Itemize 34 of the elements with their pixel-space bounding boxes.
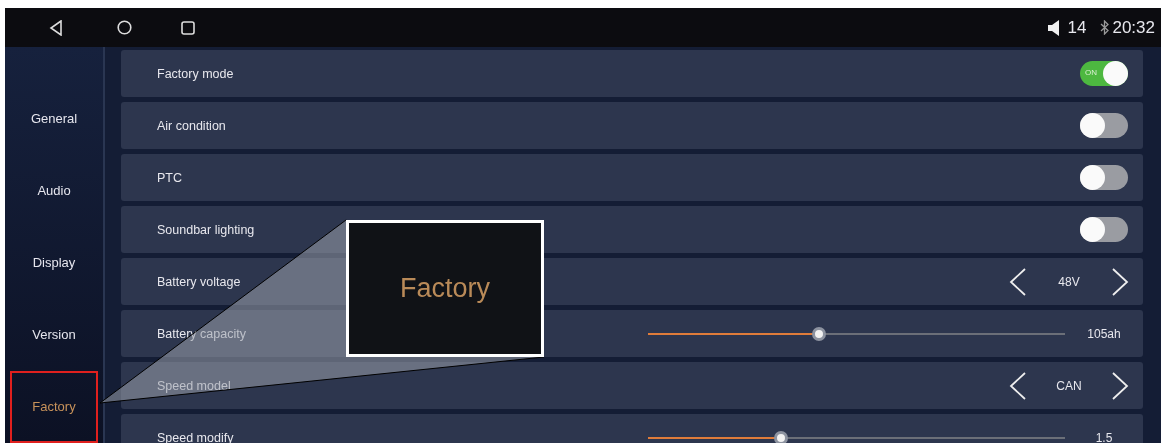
speaker-icon bbox=[1047, 19, 1060, 36]
setting-label: Factory mode bbox=[157, 66, 235, 81]
setting-label: Soundbar lighting bbox=[157, 222, 256, 237]
sidebar-item[interactable]: Factory bbox=[10, 370, 98, 443]
setting-label: Battery voltage bbox=[157, 274, 242, 289]
home-nav-icon[interactable] bbox=[117, 20, 132, 35]
setting-label: Battery capacity bbox=[157, 326, 247, 341]
slider-thumb[interactable] bbox=[811, 326, 826, 341]
setting-label: Speed model bbox=[157, 378, 232, 393]
sidebar-item[interactable]: Audio bbox=[5, 154, 103, 227]
toggle-switch[interactable] bbox=[1080, 165, 1128, 190]
next-button[interactable] bbox=[1110, 266, 1130, 297]
sidebar-item[interactable]: General bbox=[5, 82, 103, 155]
recents-nav-icon[interactable] bbox=[181, 20, 195, 35]
volume-level: 14 bbox=[1067, 17, 1087, 38]
callout-text: Factory bbox=[400, 273, 490, 304]
sidebar-item[interactable]: Display bbox=[5, 226, 103, 299]
back-nav-icon[interactable] bbox=[49, 19, 63, 36]
setting-reading: 105ah bbox=[1086, 326, 1122, 341]
previous-button[interactable] bbox=[1008, 266, 1028, 297]
setting-label: PTC bbox=[157, 170, 183, 185]
setting-label: Air condition bbox=[157, 118, 227, 133]
toggle-switch[interactable] bbox=[1080, 217, 1128, 242]
previous-button[interactable] bbox=[1008, 370, 1028, 401]
setting-reading: 1.5 bbox=[1094, 430, 1114, 443]
toggle-switch[interactable] bbox=[1080, 113, 1128, 138]
setting-value: 48V bbox=[1057, 274, 1081, 289]
next-button[interactable] bbox=[1110, 370, 1130, 401]
bluetooth-icon bbox=[1100, 20, 1110, 35]
clock: 20:32 bbox=[1112, 17, 1155, 38]
toggle-state-text: ON bbox=[1085, 68, 1097, 77]
sidebar-item[interactable]: Version bbox=[5, 298, 103, 371]
setting-value: CAN bbox=[1055, 378, 1083, 393]
slider-thumb[interactable] bbox=[774, 430, 789, 443]
